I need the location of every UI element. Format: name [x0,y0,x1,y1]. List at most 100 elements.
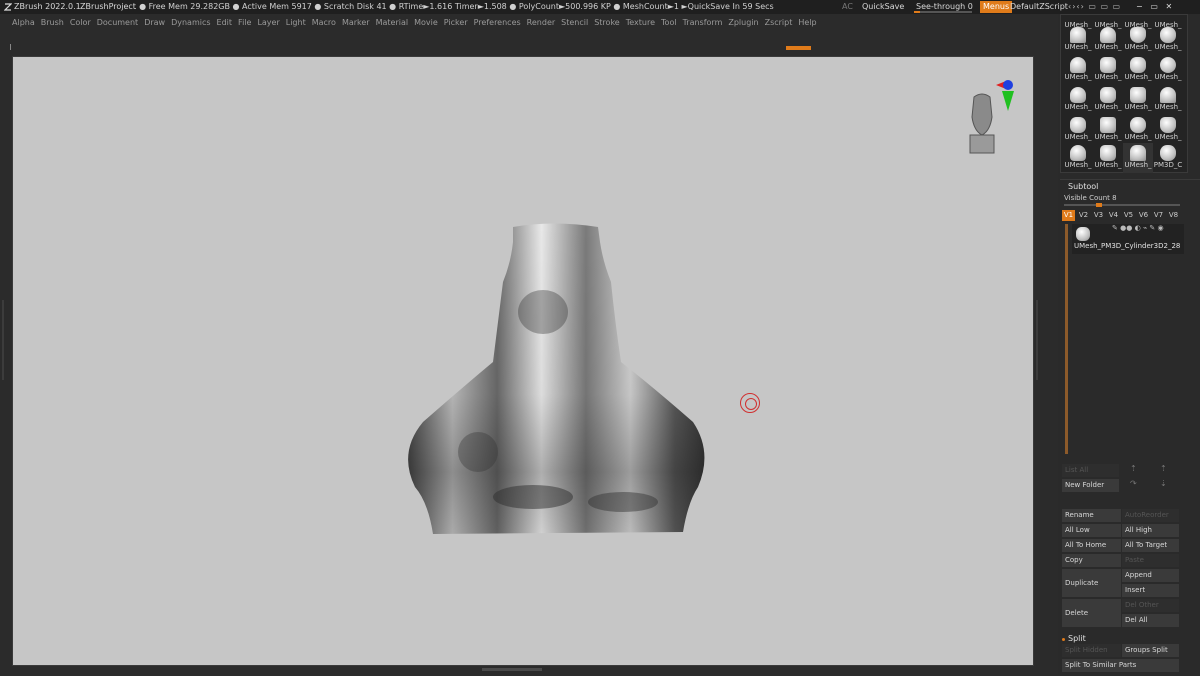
arrow-up-icon[interactable]: ⇡ [1160,464,1167,473]
menu-macro[interactable]: Macro [312,18,336,27]
menu-draw[interactable]: Draw [144,18,165,27]
subtool-header[interactable]: Subtool [1068,182,1098,191]
vase-model [408,223,705,534]
default-zscript-button[interactable]: DefaultZScript [1010,0,1068,14]
see-through-slider[interactable] [914,11,972,13]
right-tray-handle[interactable] [1036,300,1040,380]
all-low-button[interactable]: All Low [1062,524,1121,537]
menu-dynamics[interactable]: Dynamics [171,18,210,27]
paste-button[interactable]: Paste [1122,554,1179,567]
tool-thumb[interactable]: PM3D_C [1153,143,1183,173]
tool-thumb[interactable]: UMesh_ [1153,85,1183,115]
tool-thumb[interactable]: UMesh_ [1123,55,1153,85]
menu-stencil[interactable]: Stencil [561,18,588,27]
move-down-icon[interactable]: ⇣ [1160,479,1167,488]
tool-thumb[interactable]: UMesh_ [1093,143,1123,173]
menu-picker[interactable]: Picker [444,18,468,27]
menu-material[interactable]: Material [376,18,409,27]
version-tab-v3[interactable]: V3 [1092,210,1105,221]
menu-movie[interactable]: Movie [414,18,438,27]
brush-icon[interactable]: ✎ [1112,224,1118,232]
all-high-button[interactable]: All High [1122,524,1179,537]
all-to-target-button[interactable]: All To Target [1122,539,1179,552]
menu-document[interactable]: Document [97,18,138,27]
edit-icon[interactable]: ✎ [1149,224,1155,232]
copy-button[interactable]: Copy [1062,554,1121,567]
subtool-item-name: UMesh_PM3D_Cylinder3D2_28 [1074,242,1181,250]
version-tab-v6[interactable]: V6 [1137,210,1150,221]
menu-zscript[interactable]: Zscript [765,18,793,27]
new-folder-button[interactable]: New Folder [1062,479,1119,492]
redo-arrow-icon[interactable]: ↷ [1130,479,1137,488]
toggle-icon[interactable]: ●● [1120,224,1132,232]
groups-split-button[interactable]: Groups Split [1122,644,1179,657]
list-all-button[interactable]: List All [1062,464,1119,477]
menu-texture[interactable]: Texture [626,18,655,27]
tool-thumb[interactable]: UMesh_ [1063,85,1093,115]
tool-thumb[interactable]: UMesh_ [1153,115,1183,145]
tool-thumb[interactable]: UMesh_ [1123,85,1153,115]
autoreorder-button[interactable]: AutoReorder [1122,509,1179,522]
version-tab-v8[interactable]: V8 [1167,210,1180,221]
subtool-item[interactable]: ✎ ●● ◐ ⌁ ✎ ◉ UMesh_PM3D_Cylinder3D2_28 [1072,224,1184,254]
tool-thumb[interactable]: UMesh_ [1123,25,1153,55]
menu-layer[interactable]: Layer [257,18,279,27]
delete-button[interactable]: Delete [1062,599,1121,627]
tool-thumb[interactable]: UMesh_ [1153,25,1183,55]
split-hidden-button[interactable]: Split Hidden [1062,644,1121,657]
split-to-similar-parts-button[interactable]: Split To Similar Parts [1062,659,1179,672]
menu-transform[interactable]: Transform [683,18,723,27]
menu-alpha[interactable]: Alpha [12,18,35,27]
version-tab-v7[interactable]: V7 [1152,210,1165,221]
canvas-viewport[interactable] [12,56,1034,666]
subtool-scrollbar[interactable] [1065,224,1068,454]
menu-stroke[interactable]: Stroke [594,18,620,27]
tool-thumb[interactable]: UMesh_ [1093,115,1123,145]
split-section-header[interactable]: Split [1068,634,1086,643]
polypaint-icon[interactable]: ◐ [1135,224,1141,232]
arrow-up-icon[interactable]: ⇡ [1130,464,1137,473]
tool-thumb[interactable]: UMesh_ [1093,25,1123,55]
menus-button[interactable]: Menus [980,1,1013,13]
tool-thumb[interactable]: UMesh_ [1123,115,1153,145]
tool-thumb[interactable]: UMesh_ [1063,25,1093,55]
tool-thumb[interactable]: UMesh_ [1063,55,1093,85]
eye-icon[interactable]: ◉ [1157,224,1163,232]
menu-marker[interactable]: Marker [342,18,370,27]
quicksave-button[interactable]: QuickSave [862,0,904,14]
menu-render[interactable]: Render [527,18,555,27]
all-to-home-button[interactable]: All To Home [1062,539,1121,552]
tool-thumb[interactable]: UMesh_ [1063,115,1093,145]
insert-button[interactable]: Insert [1122,584,1179,597]
version-tab-v1[interactable]: V1 [1062,210,1075,221]
append-button[interactable]: Append [1122,569,1179,582]
version-tabs: V1 V2 V3 V4 V5 V6 V7 V8 [1062,210,1182,221]
ac-label[interactable]: AC [842,0,853,14]
tool-thumb[interactable]: UMesh_ [1093,55,1123,85]
version-tab-v4[interactable]: V4 [1107,210,1120,221]
menu-help[interactable]: Help [798,18,816,27]
lock-icon[interactable]: ⌁ [1143,224,1147,232]
version-tab-v5[interactable]: V5 [1122,210,1135,221]
menu-zplugin[interactable]: Zplugin [728,18,758,27]
tool-thumb[interactable]: UMesh_ [1093,85,1123,115]
bottom-tray-handle[interactable] [482,668,542,671]
tool-thumb[interactable]: UMesh_ [1153,55,1183,85]
menu-edit[interactable]: Edit [217,18,233,27]
visible-count-slider[interactable] [1064,203,1180,207]
menu-preferences[interactable]: Preferences [474,18,521,27]
menu-file[interactable]: File [238,18,251,27]
tool-thumb-selected[interactable]: UMesh_ [1123,143,1153,173]
menu-tool[interactable]: Tool [661,18,677,27]
left-tray-handle[interactable] [2,300,6,380]
del-other-button[interactable]: Del Other [1122,599,1179,612]
del-all-button[interactable]: Del All [1122,614,1179,627]
menu-color[interactable]: Color [70,18,91,27]
navigation-head-gizmo[interactable] [948,77,1018,157]
duplicate-button[interactable]: Duplicate [1062,569,1121,597]
tool-thumb[interactable]: UMesh_ [1063,143,1093,173]
menu-brush[interactable]: Brush [41,18,64,27]
rename-button[interactable]: Rename [1062,509,1121,522]
version-tab-v2[interactable]: V2 [1077,210,1090,221]
menu-light[interactable]: Light [286,18,306,27]
